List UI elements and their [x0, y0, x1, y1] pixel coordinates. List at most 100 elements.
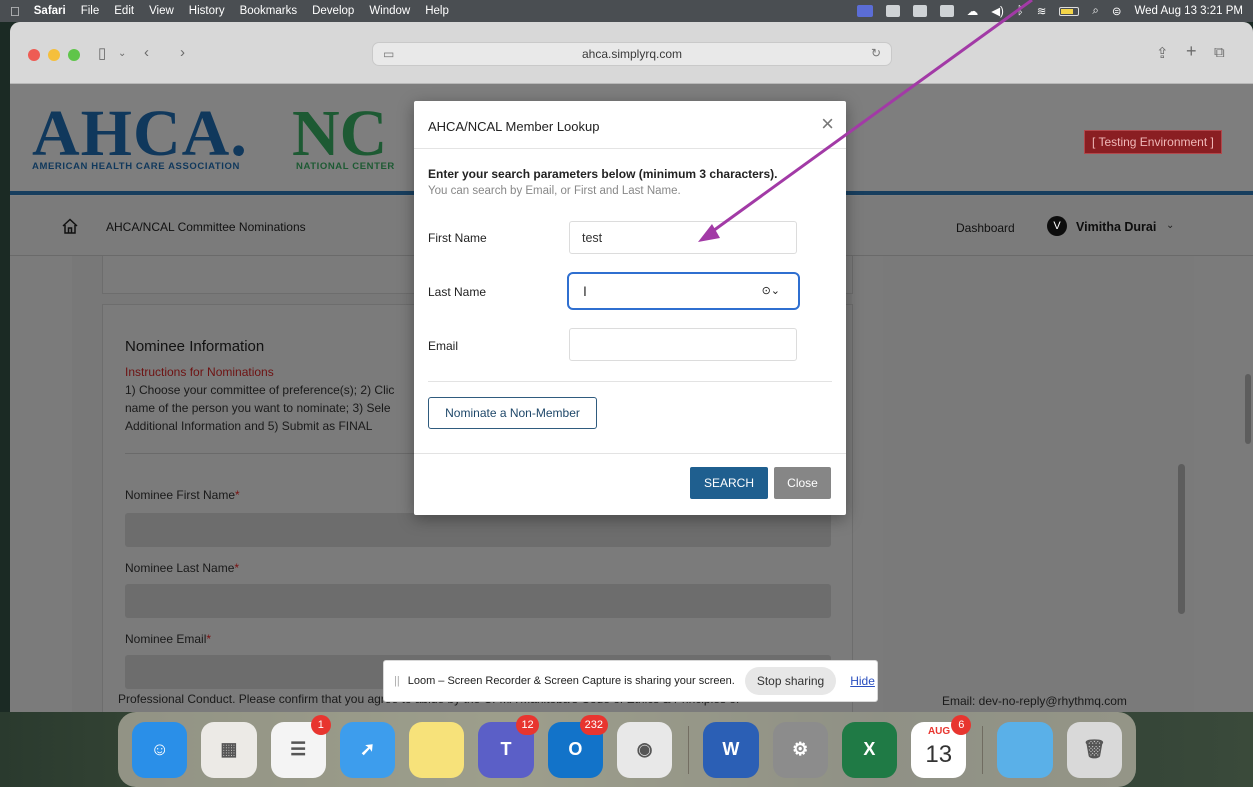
modal-instructions: Enter your search parameters below (mini…	[428, 167, 778, 181]
dock-calendar-icon[interactable]: AUG 13 6	[911, 714, 972, 778]
nominee-first-name-label: Nominee First Name*	[125, 488, 240, 502]
dock-app-glyph: 🗑	[1082, 739, 1106, 759]
menu-help[interactable]: Help	[425, 5, 449, 17]
tray-app-icon-3[interactable]	[939, 5, 954, 17]
stop-sharing-button[interactable]: Stop sharing	[744, 667, 837, 695]
instructions-text: 1) Choose your committee of preference(s…	[125, 383, 395, 433]
bluetooth-icon[interactable]: ᛒ	[1017, 5, 1024, 17]
modal-footer-divider	[414, 453, 846, 454]
dock-app-glyph: ☰	[290, 739, 307, 759]
user-name[interactable]: Vimitha Durai	[1076, 220, 1156, 234]
tray-app-icon[interactable]	[885, 5, 900, 17]
dock-reminders-icon[interactable]: ☰ 1	[270, 714, 331, 778]
dock-system-settings-icon[interactable]: ⚙	[772, 721, 828, 778]
first-name-label: First Name	[428, 231, 487, 245]
dock-separator	[688, 725, 690, 774]
autofill-contact-icon[interactable]: ⊙⌄	[762, 284, 780, 297]
minimize-window-button[interactable]	[48, 49, 60, 61]
hide-link[interactable]: Hide	[850, 674, 875, 688]
chevron-down-icon[interactable]: ⌄	[1166, 220, 1174, 231]
forward-icon[interactable]: ›	[180, 44, 185, 61]
menubar-clock[interactable]: Wed Aug 13 3:21 PM	[1135, 5, 1243, 17]
menu-window[interactable]: Window	[369, 5, 410, 17]
dock-teams-icon[interactable]: T 12	[478, 714, 539, 778]
drag-handle-icon[interactable]: ||	[394, 675, 400, 687]
tab-overview-icon[interactable]: ⧉	[1214, 44, 1225, 61]
dashboard-link[interactable]: Dashboard	[956, 221, 1015, 235]
dock-app-glyph: ◉	[636, 739, 653, 759]
notification-badge: 12	[516, 714, 539, 735]
screen-share-icon[interactable]	[856, 5, 873, 17]
nominee-first-name-field[interactable]	[125, 513, 831, 547]
nominee-last-name-field[interactable]	[125, 584, 831, 618]
battery-icon[interactable]	[1059, 6, 1080, 16]
menu-edit[interactable]: Edit	[114, 5, 134, 17]
side-pane-scrollbar[interactable]	[1178, 464, 1185, 614]
dock-notes-icon[interactable]	[409, 721, 465, 778]
text-cursor-icon: I	[583, 283, 587, 299]
side-pane	[883, 256, 1194, 712]
cloud-icon[interactable]: ☁	[967, 4, 979, 18]
dock-chrome-icon[interactable]: ◉	[616, 721, 673, 778]
dock-trash-icon[interactable]: 🗑	[1066, 721, 1122, 778]
dock-launchpad-icon[interactable]: ▦	[201, 721, 257, 778]
nominee-last-name-label: Nominee Last Name*	[125, 561, 240, 575]
menu-file[interactable]: File	[81, 5, 100, 17]
dock-app-glyph: T	[500, 739, 512, 759]
last-name-input[interactable]: I ⊙⌄	[567, 272, 800, 310]
back-icon[interactable]: ‹	[144, 44, 149, 61]
menu-app-safari[interactable]: Safari	[34, 5, 66, 17]
dock-app-glyph: O	[568, 739, 583, 759]
dock-finder-icon[interactable]: ☺	[132, 721, 188, 778]
footer-email: Email: dev-no-reply@rhythmq.com	[942, 694, 1127, 708]
dock-app-glyph: W	[722, 739, 740, 759]
apple-icon[interactable]: 	[10, 4, 20, 19]
close-icon[interactable]: ×	[821, 113, 834, 135]
tray-app-icon-2[interactable]	[912, 5, 927, 17]
nav-title[interactable]: AHCA/NCAL Committee Nominations	[106, 220, 306, 234]
home-icon[interactable]	[62, 218, 78, 234]
search-button[interactable]: SEARCH	[690, 467, 768, 499]
instructions-heading: Instructions for Nominations	[125, 365, 274, 379]
share-icon[interactable]: ⇪	[1156, 44, 1169, 62]
zoom-window-button[interactable]	[68, 49, 80, 61]
close-window-button[interactable]	[28, 49, 40, 61]
menu-bookmarks[interactable]: Bookmarks	[240, 5, 298, 17]
dock-app-glyph: X	[863, 739, 876, 759]
dock-excel-icon[interactable]: X	[841, 721, 898, 778]
first-name-input[interactable]: test	[569, 221, 797, 254]
url-text[interactable]: ahca.simplyrq.com	[582, 47, 682, 61]
chevron-down-icon[interactable]: ⌄	[118, 48, 126, 59]
modal-header: AHCA/NCAL Member Lookup ×	[414, 101, 846, 149]
dock-outlook-icon[interactable]: O 232	[547, 714, 608, 778]
page-scrollbar[interactable]	[1245, 374, 1251, 444]
notification-badge: 232	[579, 714, 608, 735]
dock-safari-icon[interactable]: ➚	[339, 721, 396, 778]
dock-word-icon[interactable]: W	[703, 721, 759, 778]
address-bar[interactable]: ▭ ahca.simplyrq.com ↻	[372, 42, 892, 66]
dock-folder-icon[interactable]	[997, 721, 1053, 778]
reload-icon[interactable]: ↻	[871, 46, 881, 60]
control-center-icon[interactable]: ⊜	[1112, 4, 1122, 18]
avatar[interactable]: V	[1047, 216, 1067, 236]
email-label: Email	[428, 339, 459, 353]
dock-app-glyph: ▦	[220, 739, 238, 759]
nominate-non-member-button[interactable]: Nominate a Non-Member	[428, 397, 597, 429]
dock: ☺ ▦ ☰ 1 ➚ T 12 O 232 ◉ W ⚙ X AUG 13 6 🗑	[118, 712, 1136, 787]
volume-icon[interactable]: ◀)	[991, 4, 1004, 18]
menu-develop[interactable]: Develop	[312, 5, 354, 17]
email-input[interactable]	[569, 328, 797, 361]
menu-history[interactable]: History	[189, 5, 225, 17]
wifi-icon[interactable]: ≋	[1037, 4, 1047, 18]
spotlight-search-icon[interactable]: ⌕	[1092, 5, 1098, 18]
page-menu-icon[interactable]: ▭	[383, 47, 394, 61]
close-button[interactable]: Close	[774, 467, 831, 499]
sidebar-toggle-icon[interactable]: ▯	[98, 44, 106, 62]
dock-app-glyph: ⚙	[792, 739, 809, 759]
menu-view[interactable]: View	[149, 5, 174, 17]
new-tab-icon[interactable]: +	[1186, 41, 1197, 62]
testing-environment-badge: [ Testing Environment ]	[1084, 130, 1222, 154]
dock-separator	[982, 725, 984, 774]
modal-title: AHCA/NCAL Member Lookup	[428, 119, 600, 134]
section-title: Nominee Information	[125, 338, 265, 355]
